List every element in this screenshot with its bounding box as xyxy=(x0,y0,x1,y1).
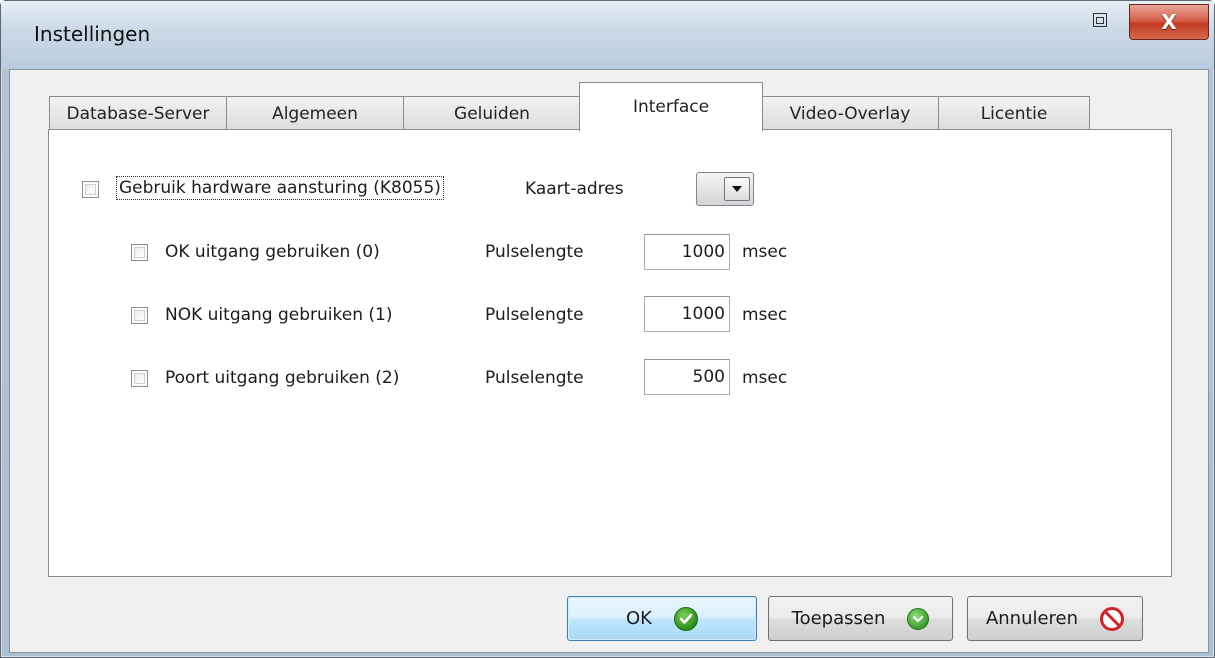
tab-label: Video-Overlay xyxy=(789,103,911,124)
window-title: Instellingen xyxy=(34,22,151,46)
tab-label: Algemeen xyxy=(272,103,358,124)
nok-pulse-unit: msec xyxy=(742,305,788,325)
port-pulse-label: Pulselengte xyxy=(485,368,584,388)
tab-label: Database-Server xyxy=(66,103,210,124)
apply-icon xyxy=(907,607,930,630)
use-hardware-checkbox[interactable] xyxy=(82,181,99,198)
apply-button-label: Toepassen xyxy=(791,608,886,629)
card-address-dropdown[interactable] xyxy=(696,172,754,206)
tab-label: Interface xyxy=(632,97,710,117)
dialog-client-area: Database-Server Algemeen Geluiden Interf… xyxy=(9,69,1209,653)
nok-pulse-label: Pulselengte xyxy=(485,305,584,325)
chevron-down-icon xyxy=(732,186,742,192)
cancel-icon xyxy=(1100,606,1125,631)
close-button[interactable]: X xyxy=(1129,4,1209,40)
tab-interface[interactable]: Interface xyxy=(579,82,763,131)
tab-licentie[interactable]: Licentie xyxy=(938,96,1090,130)
port-output-label[interactable]: Poort uitgang gebruiken (2) xyxy=(165,368,399,388)
ok-output-label[interactable]: OK uitgang gebruiken (0) xyxy=(165,242,380,262)
restore-icon xyxy=(1093,13,1107,27)
ok-output-checkbox[interactable] xyxy=(131,244,148,261)
restore-button[interactable] xyxy=(1083,7,1117,33)
cancel-button[interactable]: Annuleren xyxy=(967,596,1143,641)
nok-output-label[interactable]: NOK uitgang gebruiken (1) xyxy=(165,305,392,325)
settings-dialog: Instellingen X Database-Server Algemeen … xyxy=(0,0,1215,658)
ok-button[interactable]: OK xyxy=(567,596,757,641)
ok-button-label: OK xyxy=(626,608,652,629)
tab-video-overlay[interactable]: Video-Overlay xyxy=(761,96,939,130)
nok-output-checkbox[interactable] xyxy=(131,307,148,324)
apply-button[interactable]: Toepassen xyxy=(768,596,953,641)
ok-pulse-unit: msec xyxy=(742,242,788,262)
tab-geluiden[interactable]: Geluiden xyxy=(403,96,581,130)
title-bar[interactable]: Instellingen X xyxy=(1,1,1214,69)
use-hardware-label[interactable]: Gebruik hardware aansturing (K8055) xyxy=(116,176,444,200)
tab-label: Geluiden xyxy=(454,103,530,124)
tab-label: Licentie xyxy=(980,103,1048,124)
cancel-button-label: Annuleren xyxy=(985,608,1079,629)
close-icon: X xyxy=(1161,10,1177,34)
check-icon xyxy=(673,606,698,631)
nok-pulse-input[interactable]: 1000 xyxy=(644,296,730,332)
interface-panel: Gebruik hardware aansturing (K8055) Kaar… xyxy=(48,129,1172,577)
port-pulse-input[interactable]: 500 xyxy=(644,359,730,395)
dropdown-arrow[interactable] xyxy=(724,177,750,201)
tab-algemeen[interactable]: Algemeen xyxy=(226,96,404,130)
tab-database-server[interactable]: Database-Server xyxy=(49,96,227,130)
port-pulse-unit: msec xyxy=(742,368,788,388)
ok-pulse-input[interactable]: 1000 xyxy=(644,234,730,270)
ok-pulse-label: Pulselengte xyxy=(485,242,584,262)
port-output-checkbox[interactable] xyxy=(131,370,148,387)
card-address-label: Kaart-adres xyxy=(525,179,624,199)
